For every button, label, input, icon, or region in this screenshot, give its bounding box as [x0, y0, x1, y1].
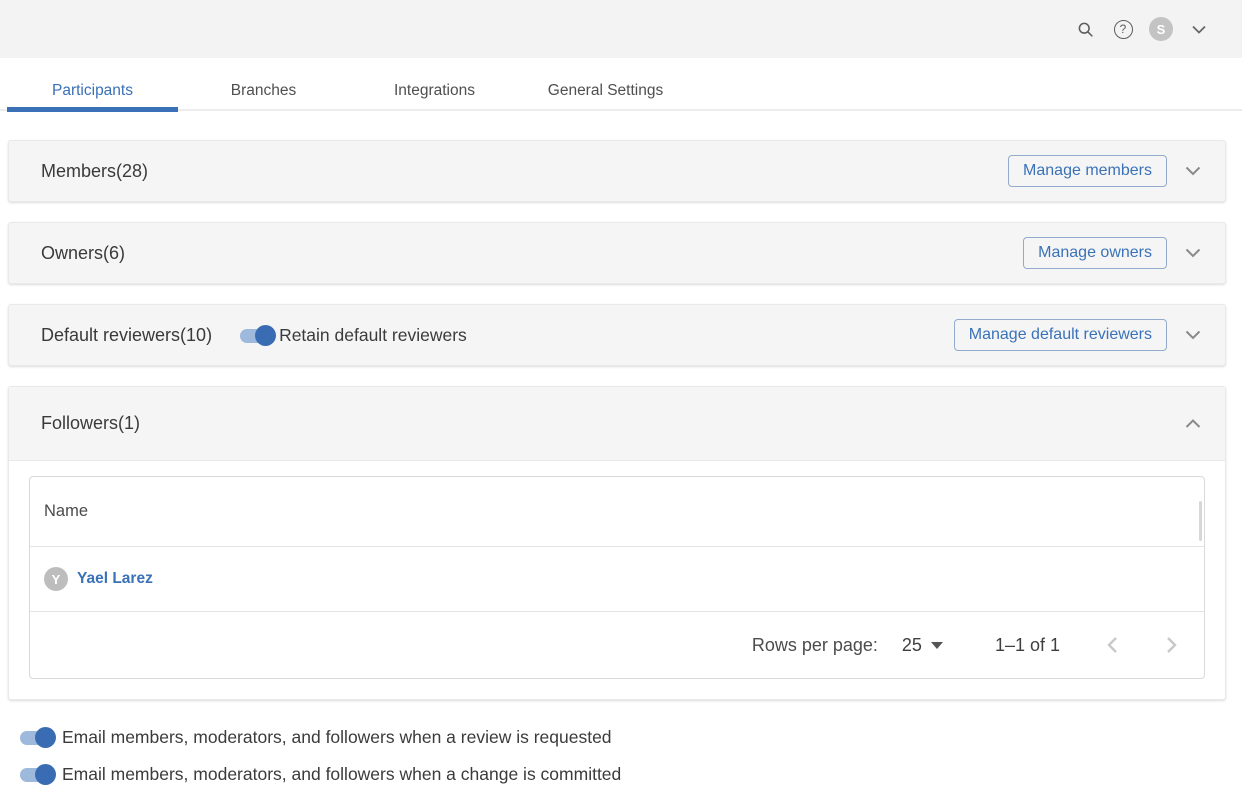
default-reviewers-header: Default reviewers(10) Retain default rev… — [9, 305, 1225, 365]
rows-per-page-select[interactable]: 25 — [902, 635, 943, 656]
table-header-row: Name — [30, 477, 1204, 547]
followers-section: Followers(1) Name Y Yael Larez Rows per … — [8, 386, 1226, 700]
help-glyph: ? — [1114, 20, 1133, 39]
followers-title: Followers(1) — [41, 413, 140, 434]
topbar: ? S — [0, 0, 1242, 58]
table-pagination: Rows per page: 25 1–1 of 1 — [30, 612, 1204, 678]
help-icon[interactable]: ? — [1104, 10, 1142, 48]
followers-collapse-chevron-icon[interactable] — [1181, 415, 1205, 433]
members-expand-chevron-icon[interactable] — [1181, 162, 1205, 180]
manage-owners-button[interactable]: Manage owners — [1023, 237, 1167, 269]
table-scrollbar[interactable] — [1199, 501, 1202, 541]
rows-per-page-label: Rows per page: — [752, 635, 878, 656]
next-page-chevron-icon[interactable] — [1164, 634, 1180, 656]
name-column-header: Name — [44, 502, 88, 521]
table-row: Y Yael Larez — [30, 547, 1204, 612]
default-reviewers-section: Default reviewers(10) Retain default rev… — [8, 304, 1226, 366]
followers-table: Name Y Yael Larez Rows per page: 25 1–1 … — [29, 476, 1205, 679]
members-section: Members(28) Manage members — [8, 140, 1226, 202]
user-avatar[interactable]: S — [1142, 10, 1180, 48]
tab-integrations[interactable]: Integrations — [349, 70, 520, 109]
email-on-review-requested-label: Email members, moderators, and followers… — [62, 727, 612, 748]
tab-general-settings[interactable]: General Settings — [520, 70, 691, 109]
previous-page-chevron-icon[interactable] — [1104, 634, 1120, 656]
email-on-change-committed-row: Email members, moderators, and followers… — [20, 759, 1242, 789]
follower-avatar: Y — [44, 567, 68, 591]
manage-members-button[interactable]: Manage members — [1008, 155, 1167, 187]
owners-section: Owners(6) Manage owners — [8, 222, 1226, 284]
email-on-change-committed-toggle[interactable] — [20, 764, 56, 785]
toggle-knob — [35, 727, 56, 748]
email-on-change-committed-label: Email members, moderators, and followers… — [62, 764, 621, 785]
pagination-range: 1–1 of 1 — [995, 635, 1060, 656]
owners-header: Owners(6) Manage owners — [9, 223, 1225, 283]
search-icon[interactable] — [1066, 10, 1104, 48]
follower-name-link[interactable]: Yael Larez — [77, 570, 153, 588]
toggle-knob — [35, 764, 56, 785]
members-header: Members(28) Manage members — [9, 141, 1225, 201]
members-title: Members(28) — [41, 161, 148, 182]
toggle-knob — [255, 325, 276, 346]
tab-participants[interactable]: Participants — [7, 70, 178, 109]
email-on-review-requested-toggle[interactable] — [20, 727, 56, 748]
default-reviewers-expand-chevron-icon[interactable] — [1181, 326, 1205, 344]
avatar-initial: S — [1149, 17, 1173, 41]
manage-default-reviewers-button[interactable]: Manage default reviewers — [954, 319, 1167, 351]
account-menu-chevron-icon[interactable] — [1180, 10, 1218, 48]
retain-default-reviewers-label: Retain default reviewers — [279, 325, 467, 346]
retain-default-reviewers-toggle[interactable] — [240, 325, 276, 346]
owners-expand-chevron-icon[interactable] — [1181, 244, 1205, 262]
owners-title: Owners(6) — [41, 243, 125, 264]
tab-bar: Participants Branches Integrations Gener… — [0, 70, 1242, 111]
email-notification-settings: Email members, moderators, and followers… — [20, 722, 1242, 789]
email-on-review-requested-row: Email members, moderators, and followers… — [20, 722, 1242, 752]
default-reviewers-title: Default reviewers(10) — [41, 325, 212, 346]
followers-body: Name Y Yael Larez Rows per page: 25 1–1 … — [9, 461, 1225, 699]
tab-branches[interactable]: Branches — [178, 70, 349, 109]
followers-header: Followers(1) — [9, 387, 1225, 461]
rows-per-page-value: 25 — [902, 635, 922, 656]
participants-panel: Members(28) Manage members Owners(6) Man… — [8, 140, 1226, 700]
select-caret-icon — [931, 642, 943, 649]
